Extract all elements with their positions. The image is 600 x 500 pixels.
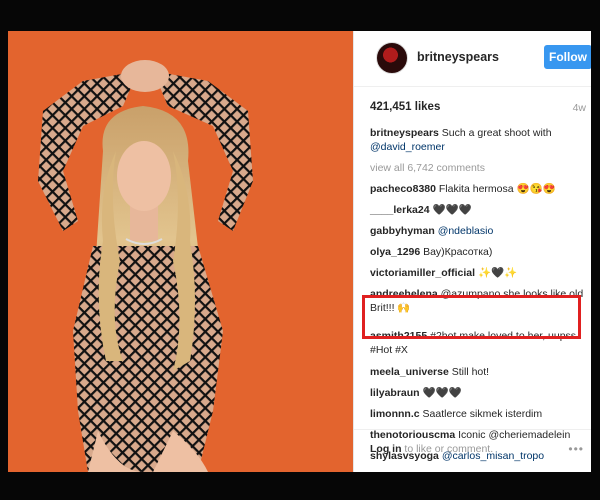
post-username[interactable]: britneyspears [417, 50, 499, 64]
likes-row: 421,451 likes 4w [370, 101, 586, 117]
comment-username[interactable]: meela_universe [370, 366, 449, 378]
comment-text: 🖤🖤🖤 [432, 204, 472, 216]
comment-text: ✨🖤✨ [477, 267, 518, 279]
view-all-comments-link[interactable]: view all 6,742 comments [370, 161, 588, 175]
comment: pacheco8380 Flakita hermosa 😍😘😍 [370, 182, 588, 196]
highlight-box [362, 295, 581, 339]
avatar[interactable] [376, 42, 408, 74]
comment-text: 🖤🖤🖤 [422, 387, 462, 399]
comment-username[interactable]: victoriamiller_official [370, 267, 475, 279]
more-options-icon[interactable]: ••• [568, 442, 584, 456]
comment: meela_universe Still hot! [370, 365, 588, 379]
caption: britneyspears Such a great shoot with @d… [370, 126, 588, 154]
comment: victoriamiller_official ✨🖤✨ [370, 266, 588, 280]
comment-text: Saatlerce sikmek isterdim [422, 408, 543, 420]
post-footer: Log in to like or comment. ••• [354, 429, 591, 472]
caption-mention[interactable]: @david_roemer [370, 141, 445, 153]
comment-text: Вау)Красотка) [423, 246, 493, 258]
comment: gabbyhyman @ndeblasio [370, 224, 588, 238]
comment-username[interactable]: gabbyhyman [370, 225, 435, 237]
comment: olya_1296 Вау)Красотка) [370, 245, 588, 259]
video-frame: britneyspears Follow 421,451 likes 4w br… [0, 0, 600, 500]
comment-text[interactable]: @ndeblasio [438, 225, 494, 237]
comment: ____lerka24 🖤🖤🖤 [370, 203, 588, 217]
comment-username[interactable]: lilyabraun [370, 387, 420, 399]
login-text: to like or comment. [404, 443, 494, 455]
post-age[interactable]: 4w [573, 102, 586, 114]
post-photo[interactable] [8, 31, 353, 472]
login-link[interactable]: Log in [370, 443, 402, 455]
instagram-post: britneyspears Follow 421,451 likes 4w br… [8, 31, 591, 472]
comment-username[interactable]: limonnn.c [370, 408, 420, 420]
comment-text: Flakita hermosa 😍😘😍 [438, 183, 556, 195]
photo-illustration [8, 31, 353, 472]
post-header: britneyspears Follow [354, 31, 591, 87]
comment-username[interactable]: pacheco8380 [370, 183, 436, 195]
follow-button[interactable]: Follow [544, 45, 591, 69]
comment: limonnn.c Saatlerce sikmek isterdim [370, 407, 588, 421]
login-prompt: Log in to like or comment. [370, 443, 493, 455]
likes-count[interactable]: 421,451 likes [370, 101, 440, 113]
post-side-panel: britneyspears Follow 421,451 likes 4w br… [353, 31, 591, 472]
comment-username[interactable]: ____lerka24 [370, 204, 430, 216]
comment-username[interactable]: olya_1296 [370, 246, 420, 258]
comment-text: Still hot! [451, 366, 490, 378]
comment: lilyabraun 🖤🖤🖤 [370, 386, 588, 400]
caption-username[interactable]: britneyspears [370, 127, 439, 139]
caption-text: Such a great shoot with [441, 127, 552, 139]
